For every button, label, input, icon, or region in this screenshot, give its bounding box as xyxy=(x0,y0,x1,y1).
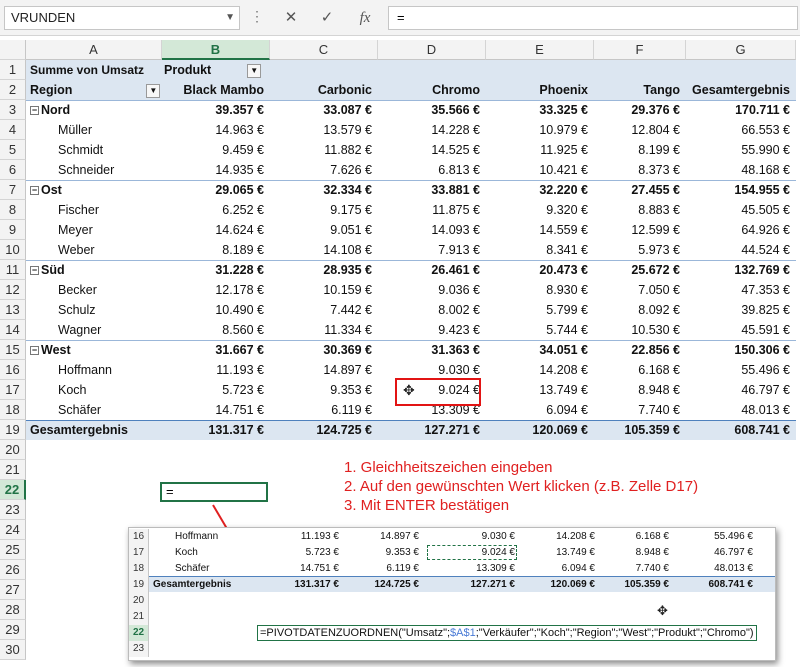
inset-row-name: Schäfer xyxy=(175,563,210,574)
inset-value-cell: 13.749 € xyxy=(556,547,595,558)
inset-cursor-icon: ✥ xyxy=(657,603,668,618)
inset-row-name: Gesamtergebnis xyxy=(153,579,232,590)
inset-row-header-16: 16 xyxy=(129,529,149,545)
inset-row-header-19: 19 xyxy=(129,577,149,593)
inset-value-cell: 6.119 € xyxy=(386,563,419,574)
inset-value-cell: 11.193 € xyxy=(300,531,339,542)
inset-row-header-17: 17 xyxy=(129,545,149,561)
inset-value-cell: 13.309 € xyxy=(476,563,515,574)
inset-value-cell: 55.496 € xyxy=(714,531,753,542)
inset-value-cell: 46.797 € xyxy=(714,547,753,558)
inset-value-cell: 14.897 € xyxy=(380,531,419,542)
inset-value-cell: 9.024 € xyxy=(481,547,515,558)
inset-row-name: Hoffmann xyxy=(175,531,219,542)
inset-value-cell: 14.208 € xyxy=(556,531,595,542)
inset-row-header-22: 22 xyxy=(129,625,149,641)
inset-value-cell: 131.317 € xyxy=(294,579,340,590)
inset-screenshot: =PIVOTDATENZUORDNEN("Umsatz";$A$1;"Verkä… xyxy=(128,527,776,661)
inset-row-header-21: 21 xyxy=(129,609,149,625)
inset-value-cell: 6.094 € xyxy=(561,563,595,574)
inset-value-cell: 105.359 € xyxy=(624,579,670,590)
inset-formula: =PIVOTDATENZUORDNEN("Umsatz";$A$1;"Verkä… xyxy=(257,625,757,641)
inset-value-cell: 8.948 € xyxy=(635,547,669,558)
inset-formula-suffix: ;"Verkäufer";"Koch";"Region";"West";"Pro… xyxy=(475,627,754,639)
inset-formula-ref: $A$1 xyxy=(450,627,476,639)
inset-row-header-18: 18 xyxy=(129,561,149,577)
inset-value-cell: 5.723 € xyxy=(305,547,339,558)
inset-value-cell: 6.168 € xyxy=(635,531,669,542)
inset-value-cell: 14.751 € xyxy=(300,563,339,574)
inset-value-cell: 9.030 € xyxy=(481,531,515,542)
inset-row-header-23: 23 xyxy=(129,641,149,657)
inset-value-cell: 120.069 € xyxy=(550,579,596,590)
inset-row-name: Koch xyxy=(175,547,198,558)
inset-formula-prefix: =PIVOTDATENZUORDNEN("Umsatz"; xyxy=(260,627,451,639)
inset-value-cell: 127.271 € xyxy=(470,579,516,590)
inset-value-cell: 48.013 € xyxy=(714,563,753,574)
inset-value-cell: 9.353 € xyxy=(385,547,419,558)
inset-row-header-20: 20 xyxy=(129,593,149,609)
inset-value-cell: 124.725 € xyxy=(374,579,420,590)
inset-value-cell: 608.741 € xyxy=(708,579,754,590)
inset-value-cell: 7.740 € xyxy=(635,563,669,574)
